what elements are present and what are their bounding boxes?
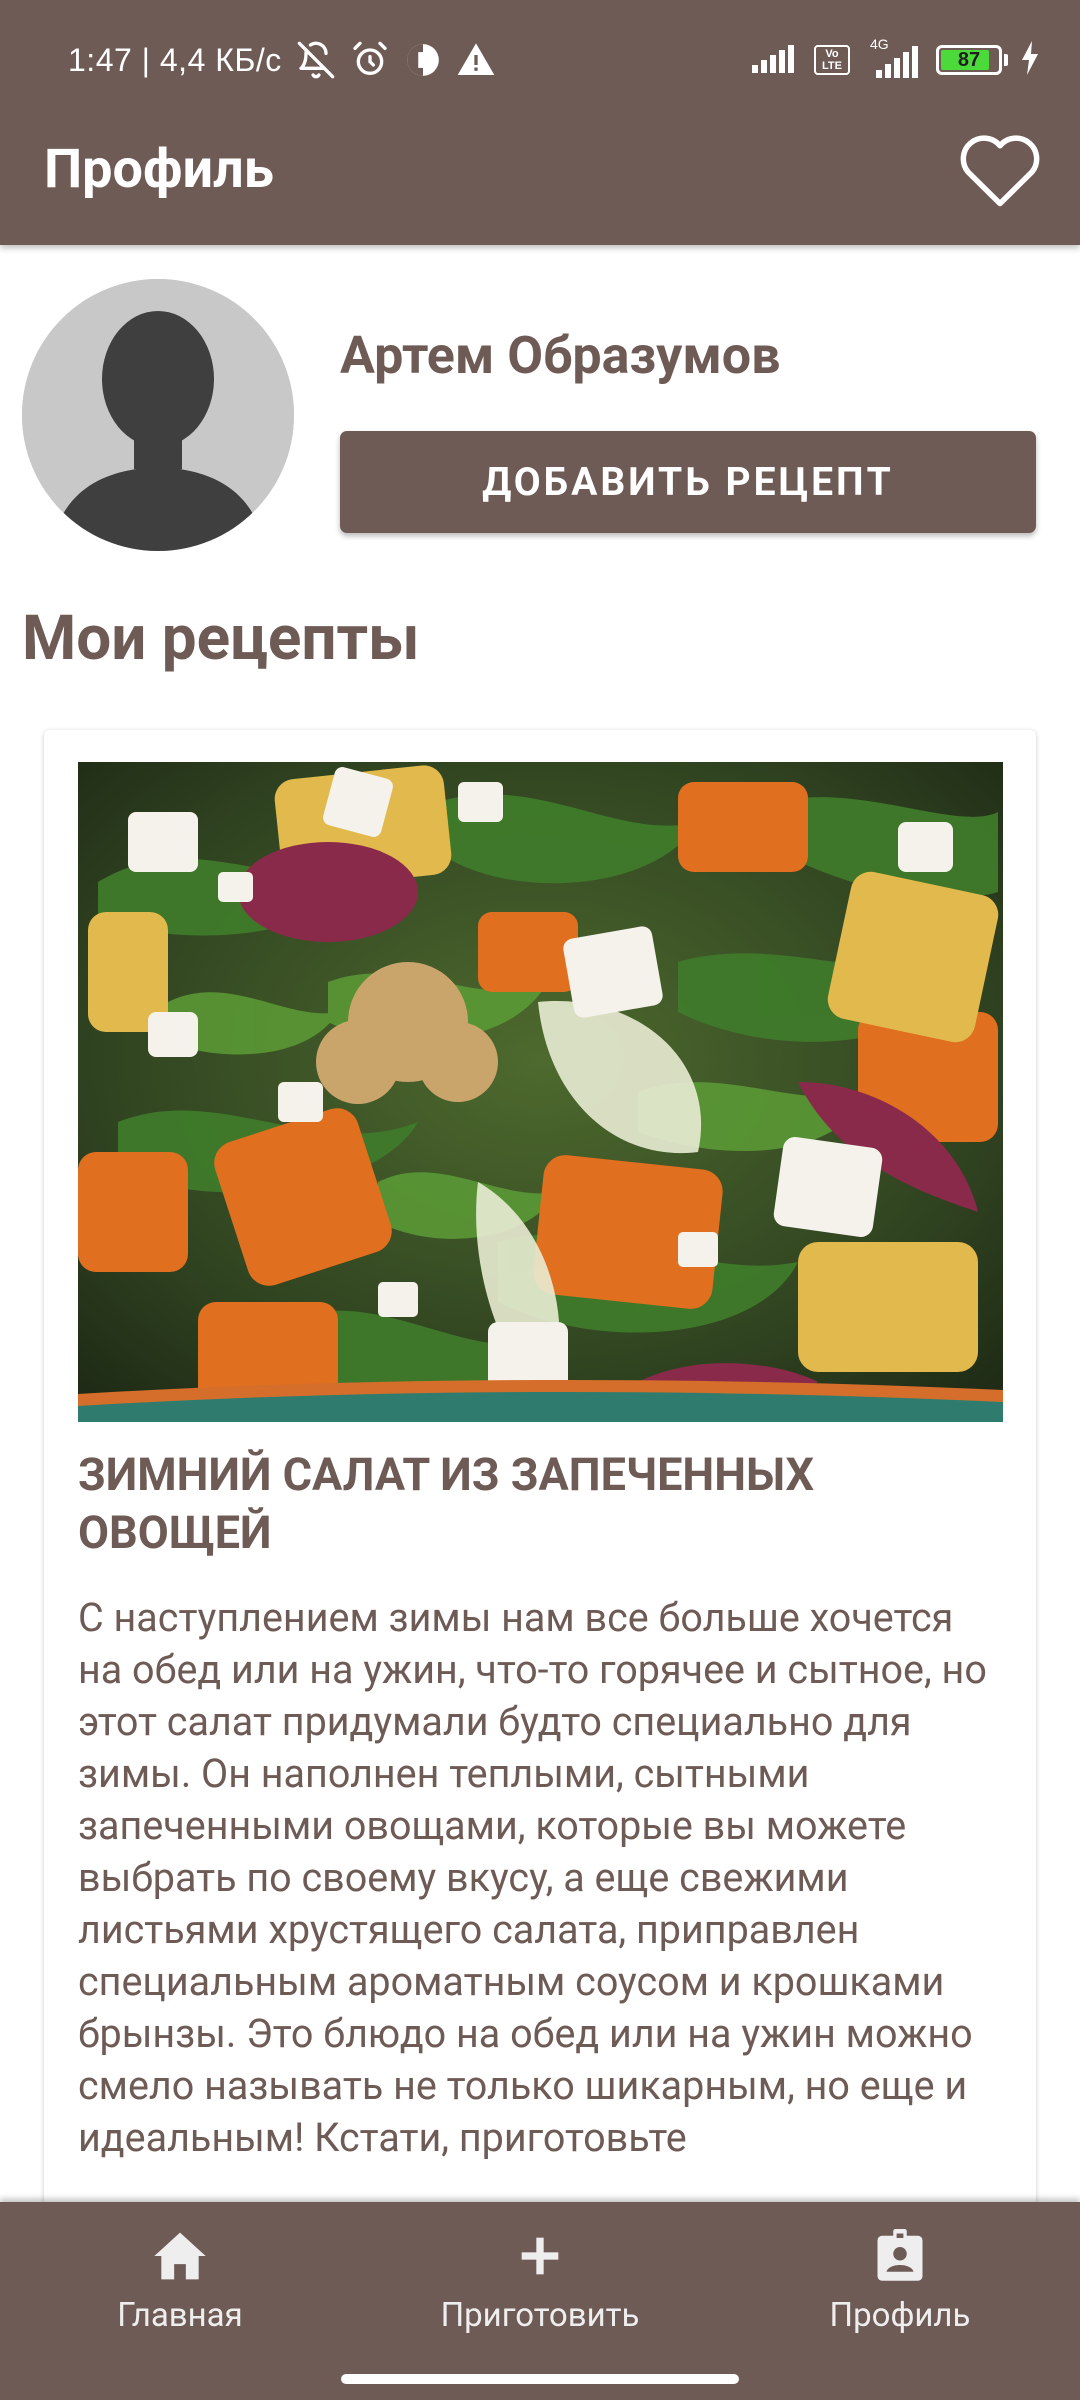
salad-image (78, 762, 1003, 1422)
recipe-image (78, 762, 1003, 1422)
volte-icon: Vo LTE (814, 45, 850, 75)
volte-label-top: Vo (825, 48, 839, 60)
volte-label-bottom: LTE (822, 60, 842, 72)
profile-badge-icon (870, 2226, 930, 2286)
nav-label-profile: Профиль (829, 2296, 971, 2335)
user-name: Артем Образумов (340, 325, 781, 386)
nav-item-home[interactable]: Главная (0, 2226, 360, 2346)
status-right: Vo LTE 4G 87 (740, 36, 1040, 82)
recipe-title: Зимний салат из запеченных овощей (78, 1448, 815, 1559)
top-app-bar: 1:47 | 4,4 КБ/с Vo LTE 4G 87 Профиль (0, 0, 1080, 245)
plus-icon (510, 2226, 570, 2286)
avatar (22, 279, 294, 551)
bell-off-icon (296, 40, 336, 80)
status-time-speed: 1:47 | 4,4 КБ/с (68, 41, 282, 78)
nav-item-cook[interactable]: Приготовить (360, 2226, 720, 2346)
signal-4g-icon: 4G (862, 36, 924, 80)
my-recipes-title: Мои рецепты (22, 602, 420, 675)
heart-outline-icon (960, 135, 1040, 207)
person-silhouette-icon (22, 279, 294, 551)
alarm-icon (350, 40, 390, 80)
warning-icon (456, 40, 496, 80)
data-saver-icon (404, 41, 442, 79)
page-title: Профиль (44, 138, 274, 201)
status-bar: 1:47 | 4,4 КБ/с Vo LTE 4G 87 (0, 0, 1080, 120)
nav-item-profile[interactable]: Профиль (720, 2226, 1080, 2346)
favorites-button[interactable] (952, 124, 1048, 214)
gesture-home-indicator[interactable] (341, 2374, 739, 2384)
nav-label-cook: Приготовить (440, 2296, 640, 2335)
status-left: 1:47 | 4,4 КБ/с (68, 38, 496, 82)
battery-icon: 87 (936, 45, 1002, 75)
battery-tip (1004, 54, 1008, 66)
home-icon (150, 2226, 210, 2286)
add-recipe-button[interactable]: ДОБАВИТЬ РЕЦЕПТ (340, 431, 1036, 533)
battery-level: 87 (957, 48, 981, 71)
nav-label-home: Главная (117, 2296, 243, 2335)
recipe-card[interactable]: Зимний салат из запеченных овощей С наст… (44, 730, 1036, 2230)
recipe-description: С наступлением зимы нам все больше хочет… (78, 1594, 987, 2161)
profile-header: Артем Образумов ДОБАВИТЬ РЕЦЕПТ (0, 245, 1080, 585)
signal-strength-icon (752, 43, 802, 77)
charging-icon (1020, 41, 1040, 79)
bottom-navigation: Главная Приготовить Профиль (0, 2202, 1080, 2400)
